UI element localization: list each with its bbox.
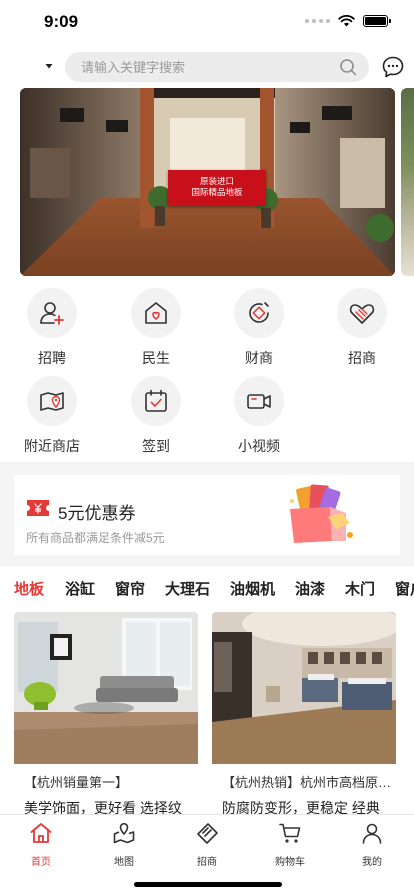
tab-profile[interactable]: 我的 (342, 821, 402, 868)
cellular-signal-icon (305, 19, 330, 23)
category-tab[interactable]: 窗帘 (115, 578, 145, 599)
product-title: 【杭州热销】杭州市高档原… (222, 775, 392, 790)
banner-sign-line2: 国际精品地板 (191, 187, 243, 197)
quick-item-livelihood[interactable]: 民生 (116, 288, 196, 372)
product-image (14, 612, 198, 764)
quick-label-video: 小视频 (238, 438, 280, 454)
checkin-icon (145, 389, 167, 412)
home-icon (30, 823, 52, 843)
home-indicator[interactable] (134, 882, 282, 887)
category-tab[interactable]: 油漆 (295, 578, 325, 599)
quick-item-recruit[interactable]: 招聘 (12, 288, 92, 372)
finance-icon (249, 302, 269, 323)
investment-icon (349, 304, 375, 324)
status-bar: 9:09 (0, 0, 414, 44)
coupon-card[interactable]: 5元优惠券 所有商品都满足条件减5元 (14, 475, 400, 555)
category-tab[interactable]: 木门 (345, 578, 375, 599)
quick-label-finance: 财商 (245, 350, 273, 366)
investment-tab-icon (197, 823, 218, 844)
coupon-description: 所有商品都满足条件减5元 (26, 531, 165, 545)
tab-label-cart: 购物车 (275, 857, 305, 868)
nearby-store-icon (40, 392, 64, 411)
quick-item-finance[interactable]: 财商 (219, 288, 299, 372)
category-tab[interactable]: 大理石 (165, 578, 210, 599)
cart-icon (279, 823, 301, 843)
product-card[interactable]: 【杭州销量第一】 美学饰面，更好看 选择纹 (14, 612, 198, 822)
status-icons (305, 15, 391, 27)
banner-sign: 原装进口 国际精品地板 (168, 170, 266, 206)
coupon-title: 5元优惠券 (58, 504, 136, 523)
coupon-icon (27, 500, 49, 516)
quick-label-recruit: 招聘 (38, 350, 66, 366)
quick-item-checkin[interactable]: 签到 (116, 376, 196, 460)
recruit-icon (40, 302, 64, 325)
product-card[interactable]: 【杭州热销】杭州市高档原… 防腐防变形，更稳定 经典 (212, 612, 396, 822)
tab-label-home: 首页 (31, 857, 51, 868)
product-title: 【杭州销量第一】 (24, 775, 129, 790)
tab-home[interactable]: 首页 (11, 821, 71, 868)
battery-icon (363, 15, 391, 27)
category-tab[interactable]: 地板 (14, 578, 44, 599)
quick-item-video[interactable]: 小视频 (219, 376, 299, 460)
quick-item-nearby-store[interactable]: 附近商店 (12, 376, 92, 460)
category-tab[interactable]: 油烟机 (230, 578, 275, 599)
banner-next-slide[interactable] (401, 88, 414, 276)
video-icon (247, 394, 271, 409)
message-icon[interactable] (381, 55, 405, 79)
tab-label-profile: 我的 (362, 857, 382, 868)
promo-banner[interactable]: 原装进口 国际精品地板 (20, 88, 395, 276)
tab-investment[interactable]: 招商 (177, 821, 237, 868)
profile-icon (362, 823, 382, 844)
tab-label-investment: 招商 (197, 857, 217, 868)
tab-label-map: 地图 (114, 857, 134, 868)
quick-label-investment: 招商 (348, 350, 376, 366)
search-bar[interactable] (65, 52, 369, 82)
search-icon[interactable] (339, 58, 357, 76)
quick-label-checkin: 签到 (142, 438, 170, 454)
livelihood-icon (145, 302, 167, 324)
search-header (0, 52, 414, 82)
category-tabs: 地板 浴缸 窗帘 大理石 油烟机 油漆 木门 窗户 (0, 578, 414, 602)
banner-sign-line1: 原装进口 (199, 176, 234, 186)
quick-item-investment[interactable]: 招商 (322, 288, 402, 372)
status-time: 9:09 (44, 12, 79, 31)
tab-cart[interactable]: 购物车 (260, 821, 320, 868)
quick-label-livelihood: 民生 (142, 350, 170, 366)
app-screen: 9:09 请输入关键字搜索 原装进口 国际精品地板 招聘 民生 财商 招商 附近… (0, 0, 414, 896)
wifi-icon (338, 15, 355, 27)
gift-box-icon (290, 484, 353, 543)
location-dropdown-icon[interactable] (44, 61, 54, 71)
category-tab[interactable]: 窗户 (395, 578, 414, 599)
map-icon (113, 822, 135, 844)
search-input[interactable] (81, 52, 331, 82)
category-tab[interactable]: 浴缸 (65, 578, 95, 599)
tab-map[interactable]: 地图 (94, 821, 154, 868)
quick-label-nearby-store: 附近商店 (24, 438, 80, 454)
product-image (212, 612, 396, 764)
